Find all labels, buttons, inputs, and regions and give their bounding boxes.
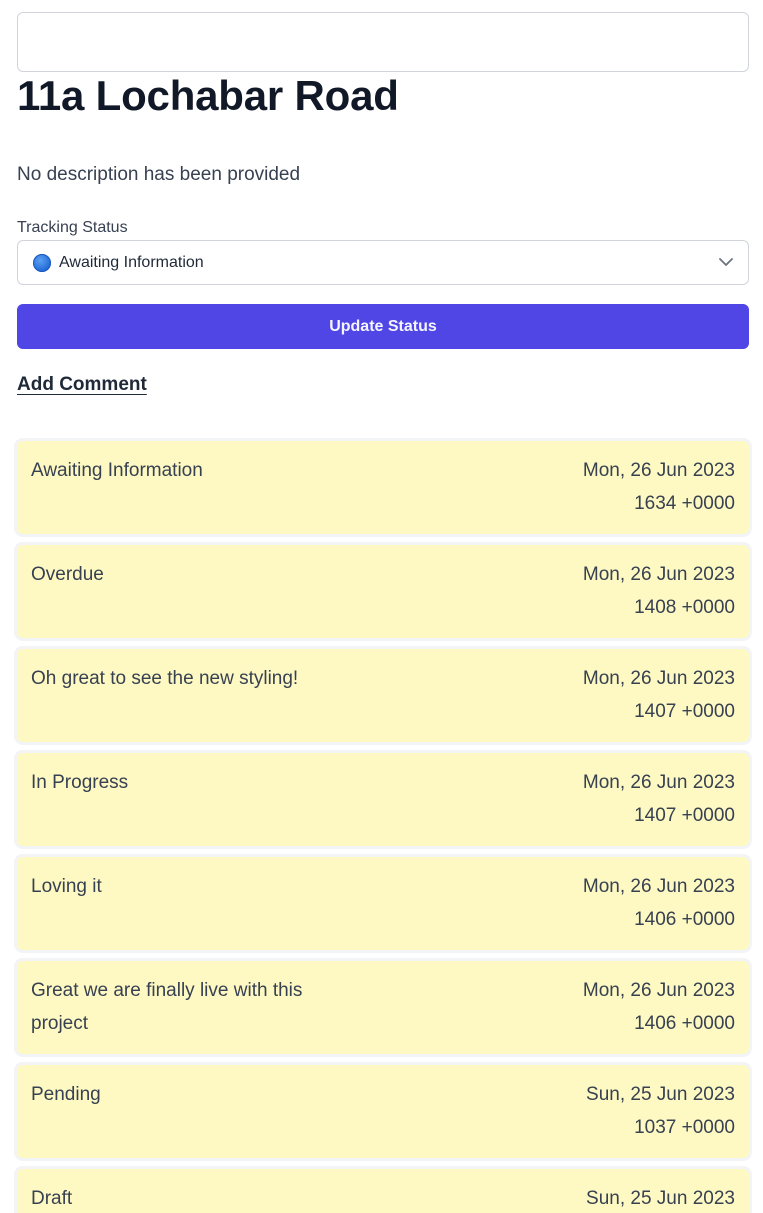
history-entry-text: Draft bbox=[31, 1188, 73, 1209]
history-entry-date: Mon, 26 Jun 2023 bbox=[582, 460, 735, 481]
history-entry-date: Mon, 26 Jun 2023 bbox=[582, 564, 735, 585]
history-entry: Draft Sun, 25 Jun 20231037 +0000 bbox=[17, 1169, 749, 1213]
status-dot-icon bbox=[33, 253, 51, 272]
history-entry-time: 1406 +0000 bbox=[634, 909, 735, 930]
tracking-status-value: Awaiting Information bbox=[59, 253, 204, 271]
history-entry-time: 1407 +0000 bbox=[634, 701, 735, 722]
history-entry-timestamp: Sun, 25 Jun 2023 1037 +0000 bbox=[586, 1078, 735, 1144]
history-entry-timestamp: Mon, 26 Jun 2023 1407 +0000 bbox=[583, 766, 735, 832]
history-entry-text: Great we are finally live with this proj… bbox=[31, 980, 303, 1034]
history-entry-timestamp: Mon, 26 Jun 2023 1406 +0000 bbox=[583, 974, 735, 1040]
history-entry: In Progress Mon, 26 Jun 2023 1407 +0000 bbox=[17, 753, 749, 846]
history-entry-text: Overdue bbox=[31, 564, 104, 585]
history-entry-date: Mon, 26 Jun 2023 bbox=[582, 668, 735, 689]
history-entry: Awaiting Information Mon, 26 Jun 2023 1634… bbox=[17, 441, 749, 534]
history-entry-time: 1406 +0000 bbox=[634, 1013, 735, 1034]
history-entry-time: 1634 +0000 bbox=[634, 493, 735, 514]
history-entry-timestamp: Mon, 26 Jun 2023 1408 +0000 bbox=[583, 558, 735, 624]
history-entry-date: Mon, 26 Jun 2023 bbox=[582, 980, 735, 1001]
history-entry: Pending Sun, 25 Jun 2023 1037 +0000 bbox=[17, 1065, 749, 1158]
history-entry-text: Pending bbox=[31, 1084, 101, 1105]
history-entry-timestamp: Mon, 26 Jun 2023 1407 +0000 bbox=[583, 662, 735, 728]
history-entry-timestamp: Mon, 26 Jun 2023 1634 +0000 bbox=[583, 454, 735, 520]
history-entry: Overdue Mon, 26 Jun 2023 1408 +0000 bbox=[17, 545, 749, 638]
update-status-button[interactable]: Update Status bbox=[17, 304, 749, 349]
status-history-list: Awaiting Information Mon, 26 Jun 2023 1634… bbox=[17, 441, 749, 1213]
history-entry-time: 1407 +0000 bbox=[634, 805, 735, 826]
top-input-field[interactable] bbox=[17, 12, 749, 72]
history-entry-date: Sun, 25 Jun 2023 bbox=[586, 1084, 735, 1105]
history-entry-time: 1037 +0000 bbox=[634, 1117, 735, 1138]
chevron-down-icon bbox=[704, 241, 748, 284]
page-title: 11a Lochabar Road bbox=[17, 72, 399, 119]
add-comment-link[interactable]: Add Comment bbox=[17, 373, 147, 397]
history-entry-text: Oh great to see the new styling! bbox=[31, 668, 299, 689]
history-entry-text: Awaiting Information bbox=[31, 460, 203, 481]
history-entry-timestamp: Mon, 26 Jun 2023 1406 +0000 bbox=[583, 870, 735, 936]
history-entry-time: 1408 +0000 bbox=[634, 597, 735, 618]
history-entry: Loving it Mon, 26 Jun 2023 1406 +0000 bbox=[17, 857, 749, 950]
tracking-status-label: Tracking Status bbox=[17, 219, 128, 236]
history-entry-date: Mon, 26 Jun 2023 bbox=[582, 772, 735, 793]
project-description: No description has been provided bbox=[17, 164, 301, 185]
history-entry-text: In Progress bbox=[31, 772, 129, 793]
history-entry-date: Sun, 25 Jun 2023 bbox=[586, 1188, 735, 1209]
tracking-status-select[interactable]: Awaiting Information bbox=[17, 240, 749, 285]
history-entry-timestamp: Sun, 25 Jun 20231037 +0000 bbox=[586, 1182, 735, 1213]
history-entry-text: Loving it bbox=[31, 876, 102, 897]
history-entry-date: Mon, 26 Jun 2023 bbox=[582, 876, 735, 897]
history-entry: Great we are finally live with this proj… bbox=[17, 961, 749, 1054]
history-entry: Oh great to see the new styling! Mon, 26 … bbox=[17, 649, 749, 742]
